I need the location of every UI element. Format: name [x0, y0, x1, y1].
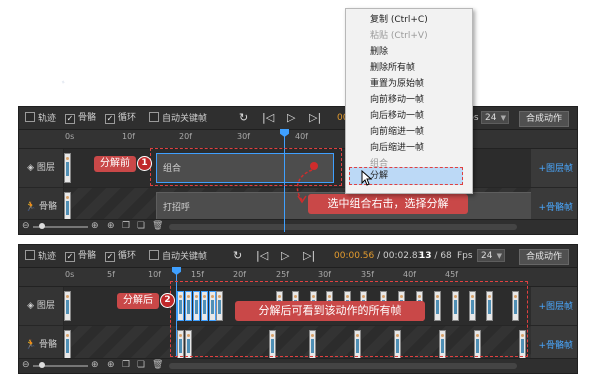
track-label: 轨迹 [38, 114, 57, 124]
add-icon[interactable]: ⊕ [107, 221, 115, 231]
zoom-slider-knob[interactable] [39, 362, 45, 368]
paste-icon[interactable]: ❏ [137, 360, 145, 370]
time-readout: 00:00.56 / 00:02.83 [334, 251, 424, 261]
menu-item-move-backward[interactable]: 向后移动一帧 [370, 109, 424, 123]
track-checkbox[interactable]: 轨迹 [25, 112, 56, 125]
timeline-footer: ⊖ ⊕ ⊕ ❐ ❏ 🗑 [19, 219, 577, 234]
prev-frame-icon[interactable]: |◁ [262, 111, 274, 125]
delete-icon[interactable]: 🗑 [152, 221, 163, 231]
ruler-label: 40f [403, 270, 416, 279]
before-callout: 分解前 [94, 156, 136, 172]
ruler-label: 10f [122, 132, 135, 141]
play-icon[interactable]: ▷ [287, 111, 295, 125]
autokey-checkbox[interactable]: 自动关键帧 [149, 112, 207, 125]
menu-item-paste[interactable]: 粘贴 (Ctrl+V) [370, 29, 428, 43]
ruler-label: 5f [107, 270, 115, 279]
ruler-label: 35f [361, 270, 374, 279]
ruler-label: 25f [276, 270, 289, 279]
timeline-ruler[interactable]: 0s 10f 20f 30f 40f [19, 130, 577, 149]
ruler-label: 20f [233, 270, 246, 279]
fps-select[interactable]: 24 ▼ [481, 111, 509, 124]
ruler-label: 45f [445, 270, 458, 279]
bone-checkbox[interactable]: ✓ 骨骼 [65, 112, 96, 125]
instruction-callout-1: 选中组合右击，选择分解 [308, 194, 468, 214]
step-badge-2: 2 [160, 293, 175, 308]
toolbar: 轨迹 ✓ 骨骼 ✓ 循环 自动关键帧 ↻ |◁ ▷ ▷| 00:00.56 / 00… [19, 245, 577, 268]
copy-icon[interactable]: ❐ [122, 360, 130, 370]
ruler-label: 0s [65, 270, 75, 279]
keyframe-thumbnail[interactable] [64, 291, 71, 321]
menu-item-copy[interactable]: 复制 (Ctrl+C) [370, 13, 428, 27]
loop-checkbox[interactable]: ✓ 循环 [105, 112, 136, 125]
loop-checkbox[interactable]: ✓ 循环 [105, 250, 136, 263]
zoom-out-icon[interactable]: ⊖ [22, 221, 30, 231]
reset-icon[interactable]: ↻ [233, 249, 242, 263]
after-callout: 分解后 [117, 293, 159, 309]
reset-icon[interactable]: ↻ [239, 111, 248, 125]
timeline-footer: ⊖ ⊕ ⊕ ❐ ❏ 🗑 [19, 358, 577, 373]
paste-icon[interactable]: ❏ [137, 221, 145, 231]
zoom-in-icon[interactable]: ⊕ [91, 221, 99, 231]
layer-row-header: ◈ 图层 [19, 149, 64, 187]
compose-button[interactable]: 合成动作 [519, 249, 570, 265]
menu-item-reset-frames[interactable]: 重置为原始帧 [370, 77, 424, 91]
add-layer-frame-button[interactable]: +图层帧 [538, 161, 573, 174]
menu-item-indent-backward[interactable]: 向后缩进一帧 [370, 141, 424, 155]
layer-row-header: ◈ 图层 [19, 287, 64, 325]
ruler-label: 0s [65, 132, 75, 141]
autokey-checkbox[interactable]: 自动关键帧 [149, 250, 207, 263]
bone-label: 骨骼 [78, 251, 97, 261]
prev-frame-icon[interactable]: |◁ [256, 249, 268, 263]
frame-readout: 13 / 68 [419, 251, 452, 261]
autokey-label: 自动关键帧 [162, 252, 208, 262]
menu-item-delete[interactable]: 删除 [370, 45, 388, 59]
track-checkbox[interactable]: 轨迹 [25, 250, 56, 263]
ruler-label: 10f [148, 270, 161, 279]
horizontal-scrollbar[interactable] [169, 363, 517, 369]
loop-label: 循环 [118, 113, 137, 123]
ruler-label: 30f [318, 270, 331, 279]
bone-run-icon: 🏃 [24, 340, 37, 350]
context-menu: 复制 (Ctrl+C) 粘贴 (Ctrl+V) 删除 删除所有帧 重置为原始帧 … [345, 8, 473, 194]
next-frame-icon[interactable]: ▷| [309, 111, 321, 125]
add-layer-frame-button[interactable]: +图层帧 [538, 299, 573, 312]
ruler-label: 40f [295, 132, 308, 141]
toolbar: 轨迹 ✓骨骼 ✓循环 自动关键帧 ↻ |◁ ▷ ▷| 00 Fps 24▼ 合成… [19, 107, 577, 130]
horizontal-scrollbar[interactable] [169, 224, 517, 230]
play-icon[interactable]: ▷ [281, 249, 289, 263]
keyframe-thumbnail[interactable] [64, 192, 71, 222]
menu-item-move-forward[interactable]: 向前移动一帧 [370, 93, 424, 107]
track-label: 轨迹 [38, 252, 57, 262]
add-icon[interactable]: ⊕ [107, 360, 115, 370]
add-bone-frame-button[interactable]: +骨骼帧 [538, 200, 573, 213]
fps-label: Fps [457, 251, 473, 261]
menu-item-indent-forward[interactable]: 向前缩进一帧 [370, 125, 424, 139]
loop-label: 循环 [118, 251, 137, 261]
instruction-callout-2: 分解后可看到该动作的所有帧 [235, 301, 425, 321]
menu-item-delete-all-frames[interactable]: 删除所有帧 [370, 61, 415, 75]
layers-icon: ◈ [27, 163, 35, 173]
step-badge-1: 1 [137, 156, 152, 171]
zoom-slider-knob[interactable] [39, 223, 45, 229]
add-bone-frame-button[interactable]: +骨骼帧 [538, 338, 573, 351]
zoom-out-icon[interactable]: ⊖ [22, 360, 30, 370]
ruler-label: 15f [191, 270, 204, 279]
zoom-in-icon[interactable]: ⊕ [91, 360, 99, 370]
delete-icon[interactable]: 🗑 [152, 360, 163, 370]
keyframe-thumbnail[interactable] [64, 153, 71, 183]
ruler-label: 20f [179, 132, 192, 141]
cursor-icon [361, 170, 373, 186]
autokey-label: 自动关键帧 [162, 114, 208, 124]
bone-label: 骨骼 [78, 113, 97, 123]
bone-checkbox[interactable]: ✓ 骨骼 [65, 250, 96, 263]
ruler-label: 30f [237, 132, 250, 141]
compose-button[interactable]: 合成动作 [519, 111, 570, 127]
fps-select[interactable]: 24 ▼ [477, 249, 505, 262]
next-frame-icon[interactable]: ▷| [303, 249, 315, 263]
bone-run-icon: 🏃 [24, 202, 37, 212]
layers-icon: ◈ [27, 301, 35, 311]
keyframe-thumbnail[interactable] [64, 330, 71, 360]
copy-icon[interactable]: ❐ [122, 221, 130, 231]
watermark: · [55, 69, 72, 95]
